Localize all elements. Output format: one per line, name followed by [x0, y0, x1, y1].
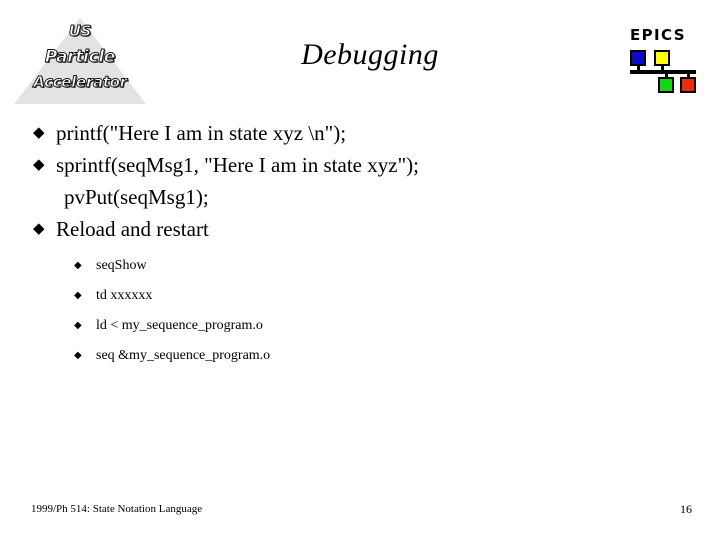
- bullet-text-sprintf: sprintf(seqMsg1, "Here I am in state xyz…: [56, 153, 419, 177]
- slide-title: Debugging: [301, 38, 439, 71]
- diamond-bullet-icon: ◆: [74, 350, 82, 361]
- list-item: ◆ seq &my_sequence_program.o: [74, 346, 594, 365]
- sub-bullet-text-seq: seq &my_sequence_program.o: [96, 348, 271, 363]
- logo-line-accelerator: Accelerator: [33, 73, 128, 91]
- diamond-bullet-icon: ◆: [33, 221, 45, 237]
- epics-wordmark: EPICS: [630, 26, 686, 44]
- us-particle-accelerator-logo: US Particle Accelerator: [14, 0, 165, 108]
- footer-course-label: 1999/Ph 514: State Notation Language: [31, 503, 203, 515]
- sub-bullet-text-td: td xxxxxx: [96, 288, 153, 303]
- list-item: ◆ seqShow: [74, 256, 594, 275]
- sub-bullet-text-seqshow: seqShow: [96, 258, 147, 273]
- list-item-continuation: pvPut(seqMsg1);: [30, 182, 630, 212]
- list-item: ◆ Reload and restart: [30, 214, 630, 244]
- list-item: ◆ ld < my_sequence_program.o: [74, 316, 594, 335]
- list-item: ◆ td xxxxxx: [74, 286, 594, 305]
- list-item: ◆ sprintf(seqMsg1, "Here I am in state x…: [30, 150, 630, 180]
- diamond-bullet-icon: ◆: [33, 125, 45, 141]
- bullet-text-printf: printf("Here I am in state xyz \n");: [56, 121, 347, 145]
- bullet-text-reload-restart: Reload and restart: [56, 217, 209, 241]
- sub-bullet-text-ld: ld < my_sequence_program.o: [96, 318, 263, 333]
- list-item: ◆ printf("Here I am in state xyz \n");: [30, 118, 630, 148]
- diamond-bullet-icon: ◆: [33, 157, 45, 173]
- main-bullet-list: ◆ printf("Here I am in state xyz \n"); ◆…: [30, 118, 630, 246]
- epics-node-red-icon: [680, 77, 696, 93]
- epics-node-blue-icon: [630, 50, 646, 66]
- diamond-bullet-icon: ◆: [74, 290, 82, 301]
- logo-line-us: US: [68, 22, 92, 40]
- slide-canvas: US Particle Accelerator Debugging EPICS …: [0, 0, 720, 540]
- diamond-bullet-icon: ◆: [74, 260, 82, 271]
- footer-page-number: 16: [680, 502, 692, 516]
- logo-line-particle: Particle: [44, 47, 116, 67]
- bullet-text-pvput: pvPut(seqMsg1);: [64, 185, 209, 209]
- epics-logo: EPICS: [628, 26, 700, 94]
- diamond-bullet-icon: ◆: [74, 320, 82, 331]
- sub-bullet-list: ◆ seqShow ◆ td xxxxxx ◆ ld < my_sequence…: [74, 256, 594, 376]
- epics-network-diagram-icon: [628, 50, 700, 94]
- epics-node-green-icon: [658, 77, 674, 93]
- epics-node-yellow-icon: [654, 50, 670, 66]
- logo-triangle-notch: [127, 0, 165, 18]
